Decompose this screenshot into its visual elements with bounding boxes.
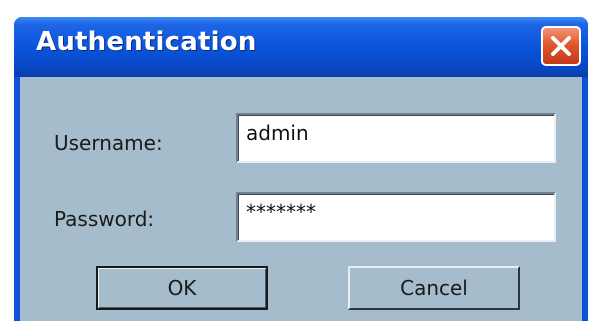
password-label: Password: bbox=[54, 207, 155, 231]
authentication-dialog: Authentication Username: admin Password:… bbox=[14, 17, 588, 321]
password-field[interactable]: ******* bbox=[236, 192, 556, 242]
ok-button[interactable]: OK bbox=[96, 266, 268, 310]
username-label: Username: bbox=[54, 131, 163, 155]
dialog-title: Authentication bbox=[36, 27, 257, 57]
title-bar[interactable]: Authentication bbox=[14, 17, 588, 77]
close-icon bbox=[551, 36, 571, 56]
username-field[interactable]: admin bbox=[236, 113, 556, 163]
close-button[interactable] bbox=[541, 26, 581, 66]
dialog-body: Username: admin Password: ******* OK Can… bbox=[20, 77, 582, 321]
cancel-button[interactable]: Cancel bbox=[348, 266, 520, 310]
